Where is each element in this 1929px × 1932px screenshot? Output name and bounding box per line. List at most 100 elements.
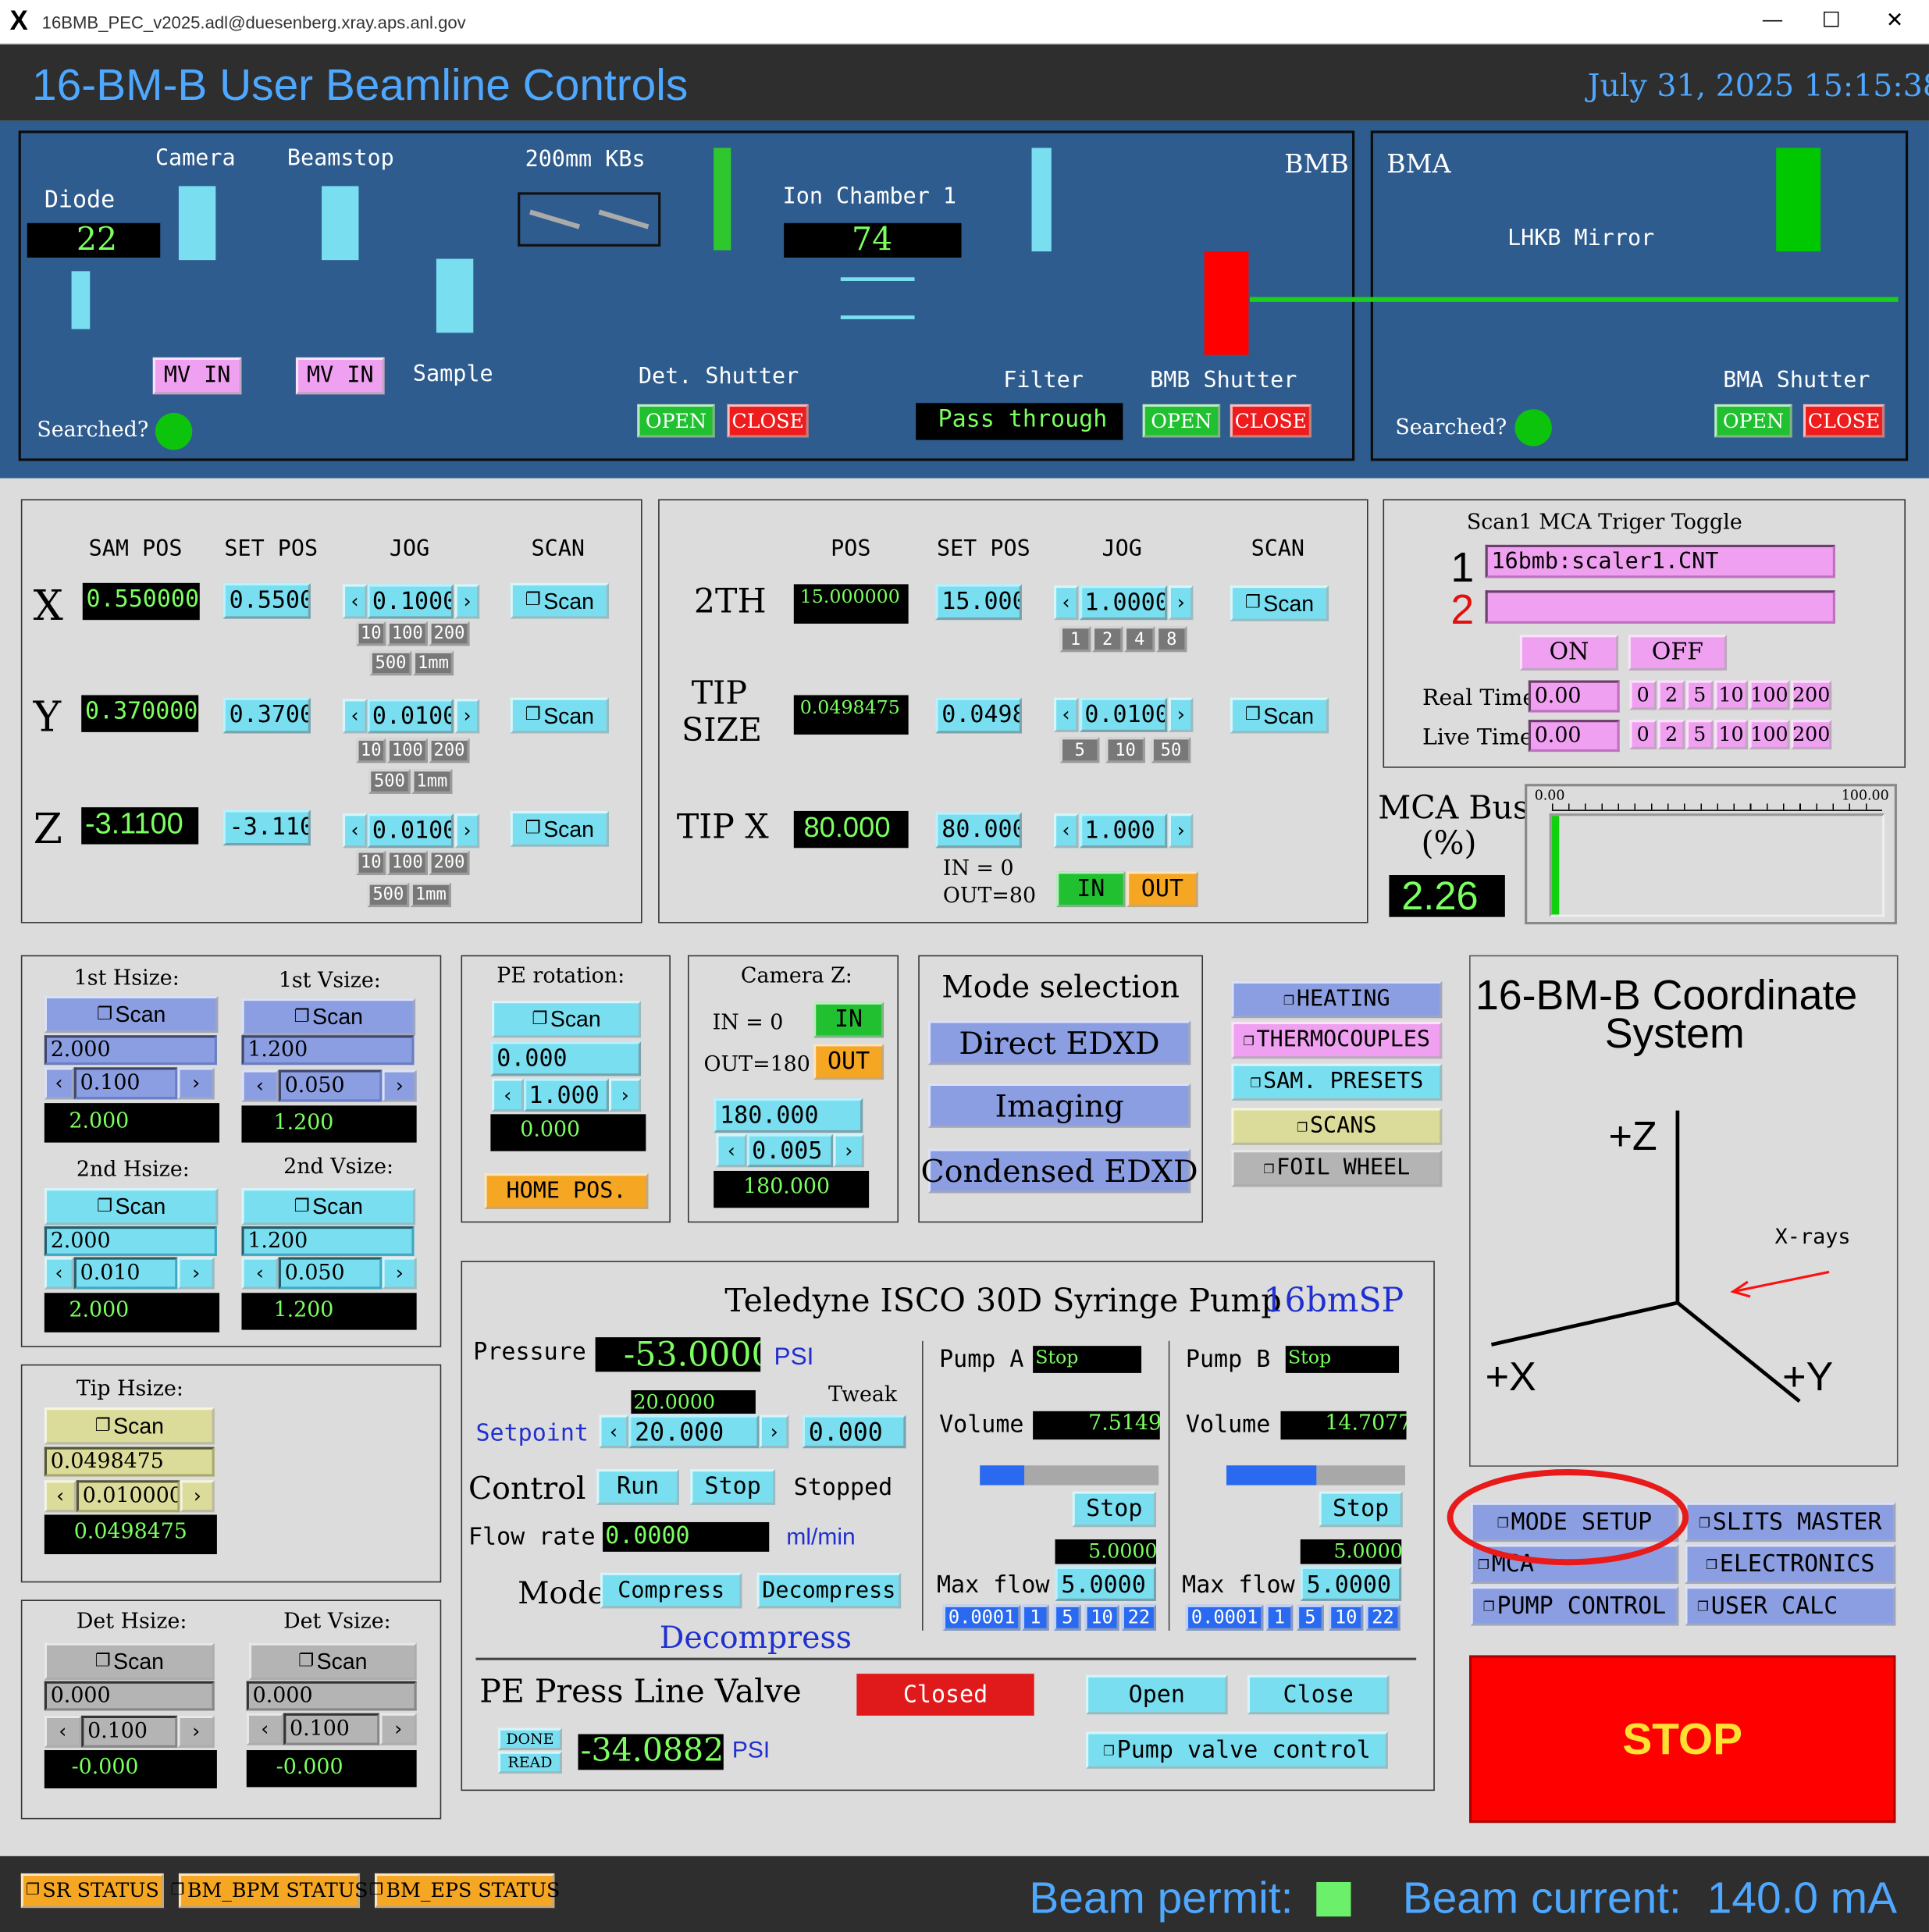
rt-preset-200[interactable]: 200 (1791, 680, 1832, 710)
tipx-out-button[interactable]: OUT (1126, 871, 1198, 908)
z-step-100[interactable]: 100 (386, 850, 428, 876)
emergency-stop-button[interactable]: STOP (1469, 1655, 1896, 1823)
tipsize-jog-minus-button[interactable]: ‹ (1053, 697, 1079, 732)
y-step-100[interactable]: 100 (386, 738, 428, 763)
pe-rotation-jog-minus-button[interactable]: ‹ (491, 1078, 525, 1112)
det-shutter-open-button[interactable]: OPEN (637, 404, 715, 438)
h2-setpoint-input[interactable]: 2.000 (44, 1226, 217, 1256)
beamstop-mv-in-button[interactable]: MV IN (295, 357, 385, 395)
pump-a-maxflow-input[interactable]: 5.0000 (1055, 1566, 1157, 1601)
v1-scan-button[interactable]: ❐ Scan (241, 998, 416, 1036)
tipsize-step-5[interactable]: 5 (1059, 737, 1100, 763)
h2-jog-minus-button[interactable]: ‹ (44, 1257, 74, 1290)
tipsize-scan-button[interactable]: ❐ Scan (1230, 697, 1329, 734)
lt-preset-100[interactable]: 100 (1749, 720, 1790, 749)
pump-a-flow-5[interactable]: 5 (1053, 1604, 1081, 1631)
det-vsize-jog-plus-button[interactable]: › (379, 1713, 417, 1745)
rt-preset-0[interactable]: 0 (1629, 680, 1657, 710)
x-jog-input[interactable]: 0.1000 (367, 584, 454, 619)
det-shutter-close-button[interactable]: CLOSE (727, 404, 809, 438)
lt-preset-0[interactable]: 0 (1629, 720, 1657, 749)
x-scan-button[interactable]: ❐ Scan (510, 582, 609, 619)
z-setpoint-input[interactable]: -3.110 (222, 809, 311, 846)
decompress-button[interactable]: Decompress (756, 1572, 902, 1609)
bm-bpm-status-button[interactable]: ❐ BM_BPM STATUS (171, 1873, 368, 1909)
v1-setpoint-input[interactable]: 1.200 (241, 1035, 415, 1066)
pump-a-flow-22[interactable]: 22 (1121, 1604, 1157, 1631)
y-jog-plus-button[interactable]: › (454, 699, 480, 734)
valve-open-button[interactable]: Open (1086, 1674, 1228, 1715)
y-step-1mm[interactable]: 1mm (411, 769, 453, 794)
v1-jog-minus-button[interactable]: ‹ (241, 1069, 279, 1102)
tip-hsize-setpoint-input[interactable]: 0.0498475 (44, 1446, 215, 1477)
lt-preset-2[interactable]: 2 (1657, 720, 1685, 749)
y-jog-input[interactable]: 0.0100 (367, 699, 454, 734)
v1-jog-input[interactable]: 0.050 (278, 1069, 383, 1102)
pump-stop-button[interactable]: Stop (690, 1469, 776, 1505)
x-step-1mm[interactable]: 1mm (412, 650, 454, 676)
close-icon[interactable]: ✕ (1886, 10, 1903, 31)
tipsize-jog-input[interactable]: 0.0100 (1080, 697, 1168, 732)
x-step-100[interactable]: 100 (386, 621, 428, 646)
h2-jog-plus-button[interactable]: › (177, 1257, 215, 1290)
camera-z-in-button[interactable]: IN (813, 1002, 884, 1038)
h1-scan-button[interactable]: ❐ Scan (44, 995, 219, 1034)
pe-rotation-jog-input[interactable]: 1.000 (524, 1078, 609, 1112)
tipx-jog-minus-button[interactable]: ‹ (1053, 813, 1079, 849)
tipsize-setpoint-input[interactable]: 0.0498 (935, 697, 1022, 734)
tip-hsize-jog-minus-button[interactable]: ‹ (44, 1480, 77, 1513)
det-vsize-jog-minus-button[interactable]: ‹ (246, 1713, 284, 1745)
pump-valve-control-button[interactable]: ❐ Pump valve control (1086, 1731, 1388, 1769)
det-hsize-scan-button[interactable]: ❐ Scan (44, 1642, 215, 1681)
twoth-step-4[interactable]: 4 (1123, 626, 1155, 653)
z-step-10[interactable]: 10 (356, 850, 386, 876)
y-step-10[interactable]: 10 (356, 738, 386, 763)
v2-jog-plus-button[interactable]: › (382, 1257, 417, 1290)
twoth-step-1[interactable]: 1 (1059, 626, 1091, 653)
pump-a-flow-0001[interactable]: 0.0001 (942, 1604, 1021, 1631)
valve-read-button[interactable]: READ (497, 1751, 562, 1774)
thermocouples-menu-button[interactable]: ❐ THERMOCOUPLES (1231, 1021, 1443, 1059)
det-vsize-setpoint-input[interactable]: 0.000 (246, 1681, 417, 1711)
camera-z-jog-plus-button[interactable]: › (833, 1133, 864, 1168)
pump-b-maxflow-input[interactable]: 5.0000 (1300, 1566, 1402, 1601)
tipsize-step-10[interactable]: 10 (1105, 737, 1145, 763)
x-jog-minus-button[interactable]: ‹ (342, 584, 368, 619)
setpoint-minus-button[interactable]: ‹ (599, 1414, 629, 1449)
setpoint-plus-button[interactable]: › (759, 1414, 789, 1449)
z-scan-button[interactable]: ❐ Scan (510, 810, 609, 847)
x-setpoint-input[interactable]: 0.5500 (222, 582, 311, 619)
twoth-jog-input[interactable]: 1.0000 (1080, 585, 1168, 621)
slits-master-button[interactable]: ❐ SLITS MASTER (1685, 1502, 1896, 1542)
y-step-200[interactable]: 200 (429, 738, 470, 763)
mode-condensed-edxd-button[interactable]: Condensed EDXD (921, 1148, 1198, 1194)
v2-scan-button[interactable]: ❐ Scan (241, 1188, 416, 1226)
det-vsize-jog-input[interactable]: 0.100 (283, 1713, 380, 1745)
tipx-jog-plus-button[interactable]: › (1168, 813, 1194, 849)
z-step-200[interactable]: 200 (429, 850, 470, 876)
z-step-1mm[interactable]: 1mm (410, 882, 451, 908)
pe-rotation-scan-button[interactable]: ❐ Scan (491, 1001, 642, 1038)
camera-z-jog-input[interactable]: 0.005 (746, 1133, 834, 1168)
tipx-setpoint-input[interactable]: 80.000 (935, 812, 1022, 849)
det-vsize-scan-button[interactable]: ❐ Scan (248, 1642, 417, 1681)
sam-presets-menu-button[interactable]: ❐ SAM. PRESETS (1231, 1063, 1443, 1101)
electronics-button[interactable]: ❐ ELECTRONICS (1685, 1544, 1896, 1584)
mca-trigger-1-pv-input[interactable]: 16bmb:scaler1.CNT (1485, 544, 1835, 578)
run-button[interactable]: Run (596, 1469, 679, 1505)
pump-control-button[interactable]: ❐ PUMP CONTROL (1470, 1586, 1679, 1626)
y-scan-button[interactable]: ❐ Scan (510, 697, 609, 734)
twoth-scan-button[interactable]: ❐ Scan (1230, 585, 1329, 621)
det-hsize-jog-input[interactable]: 0.100 (81, 1715, 178, 1748)
lt-preset-5[interactable]: 5 (1685, 720, 1714, 749)
h2-scan-button[interactable]: ❐ Scan (44, 1188, 219, 1226)
pump-a-stop-button[interactable]: Stop (1072, 1491, 1157, 1528)
mca-trigger-2-pv-input[interactable] (1485, 590, 1835, 624)
rt-preset-100[interactable]: 100 (1749, 680, 1790, 710)
h1-jog-input[interactable]: 0.100 (73, 1067, 178, 1100)
z-jog-input[interactable]: 0.0100 (367, 813, 454, 849)
twoth-jog-minus-button[interactable]: ‹ (1053, 585, 1079, 621)
tipsize-jog-plus-button[interactable]: › (1168, 697, 1194, 732)
live-time-input[interactable]: 0.00 (1528, 720, 1620, 753)
pump-b-flow-10[interactable]: 10 (1329, 1604, 1364, 1631)
